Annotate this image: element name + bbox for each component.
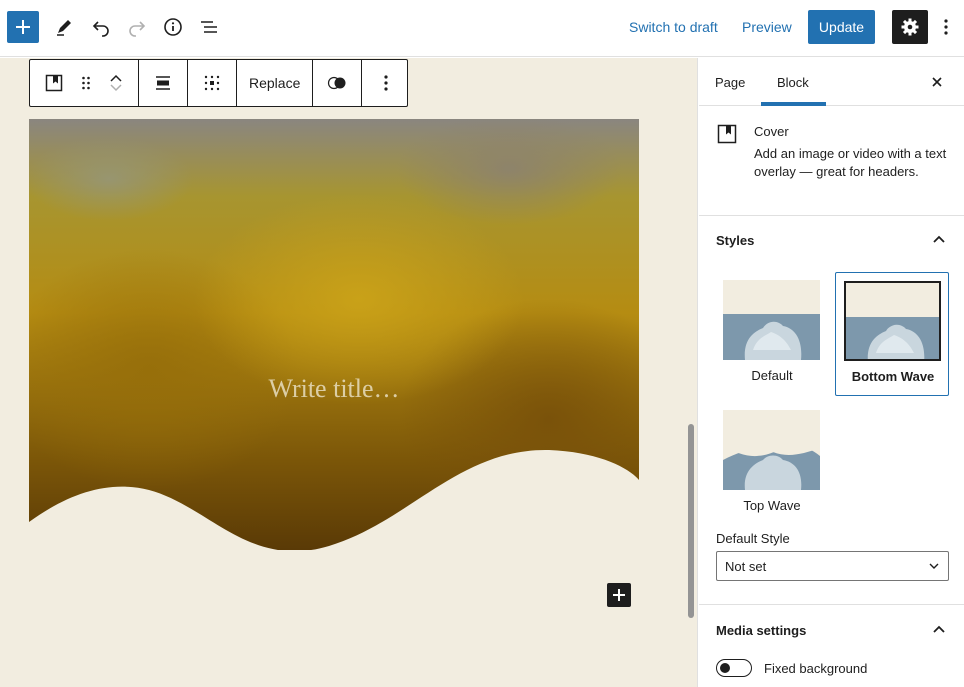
gear-icon: [901, 18, 919, 36]
options-menu-button[interactable]: [932, 11, 960, 43]
more-vertical-icon: [944, 19, 948, 35]
sidebar-tabs: Page Block: [699, 58, 964, 106]
tab-page[interactable]: Page: [699, 58, 761, 106]
more-vertical-icon: [384, 75, 388, 91]
block-toolbar-group-options: [362, 60, 410, 106]
cover-title-placeholder[interactable]: Write title…: [29, 374, 639, 404]
styles-panel-toggle[interactable]: Styles: [699, 216, 964, 264]
default-style-label: Default Style: [716, 531, 790, 546]
block-toolbar-group-position: [188, 60, 237, 106]
style-preview-image: [723, 410, 820, 490]
chevron-down-icon: [929, 563, 939, 569]
editor-header: Switch to draft Preview Update: [0, 0, 964, 57]
redo-button[interactable]: [121, 11, 153, 43]
drag-handle[interactable]: [78, 60, 94, 106]
preview-button[interactable]: Preview: [738, 11, 796, 43]
align-wide-icon: [156, 76, 170, 90]
undo-button[interactable]: [85, 11, 117, 43]
undo-icon: [92, 21, 109, 37]
tab-block[interactable]: Block: [761, 58, 825, 106]
close-sidebar-button[interactable]: [925, 70, 949, 94]
plus-icon: [16, 20, 30, 34]
chevron-up-icon: [933, 235, 945, 243]
bottom-wave-shape: [29, 449, 639, 588]
default-style-select[interactable]: Not set: [716, 551, 949, 581]
styles-panel-title: Styles: [716, 232, 755, 248]
style-preview-bottom-wave: [844, 281, 941, 361]
toggle-knob: [720, 663, 730, 673]
add-block-inserter-button[interactable]: [607, 583, 631, 607]
tools-button[interactable]: [48, 11, 80, 43]
style-option-top-wave[interactable]: Top Wave: [715, 402, 829, 526]
fixed-background-toggle[interactable]: [716, 659, 752, 677]
block-toolbar-group-replace: Replace: [237, 60, 314, 106]
position-grid-icon: [204, 75, 220, 91]
block-card: Cover Add an image or video with a text …: [699, 106, 964, 216]
style-option-label: Default: [751, 368, 793, 383]
style-preview-default: [723, 280, 820, 360]
block-type-button[interactable]: [30, 60, 78, 106]
chevron-up-icon: [933, 625, 945, 633]
add-block-button[interactable]: [7, 11, 39, 43]
update-button[interactable]: Update: [808, 10, 875, 44]
style-preview-image: [846, 283, 939, 359]
info-icon: [164, 18, 182, 36]
cover-icon: [717, 124, 737, 144]
align-button[interactable]: [139, 60, 187, 106]
style-preview-image: [723, 280, 820, 360]
cover-icon: [45, 74, 63, 92]
block-mover[interactable]: [94, 60, 138, 106]
panel-divider: [699, 604, 964, 605]
duotone-icon: [328, 76, 346, 90]
style-option-bottom-wave[interactable]: Bottom Wave: [835, 272, 949, 396]
close-icon: [932, 77, 942, 87]
block-toolbar-group-duotone: [313, 60, 363, 106]
block-card-description: Add an image or video with a text overla…: [754, 146, 947, 179]
style-option-label: Top Wave: [743, 498, 801, 513]
fixed-background-label: Fixed background: [764, 661, 868, 676]
block-card-title: Cover: [754, 124, 789, 139]
list-view-icon: [201, 21, 217, 33]
redo-icon: [129, 21, 146, 37]
duotone-filter-button[interactable]: [313, 60, 361, 106]
settings-sidebar: Page Block Cover Add an image or video w…: [699, 58, 964, 687]
media-settings-panel-title: Media settings: [716, 622, 807, 638]
style-option-label: Bottom Wave: [851, 369, 935, 384]
style-preview-top-wave: [723, 410, 820, 490]
block-toolbar: Replace: [29, 59, 408, 107]
pencil-icon: [57, 20, 71, 36]
media-settings-panel-toggle[interactable]: Media settings: [699, 606, 964, 654]
editor-canvas[interactable]: Write title…: [0, 58, 684, 687]
plus-icon: [613, 589, 625, 601]
settings-button[interactable]: [892, 10, 928, 44]
details-button[interactable]: [157, 11, 189, 43]
switch-to-draft-button[interactable]: Switch to draft: [625, 11, 722, 43]
style-option-default[interactable]: Default: [715, 272, 829, 396]
content-position-button[interactable]: [188, 60, 236, 106]
list-view-button[interactable]: [193, 11, 225, 43]
chevron-down-icon[interactable]: [109, 83, 123, 93]
block-toolbar-group-align: [139, 60, 188, 106]
canvas-scrollbar-thumb[interactable]: [688, 424, 694, 618]
block-options-button[interactable]: [362, 60, 410, 106]
chevron-up-icon[interactable]: [109, 73, 123, 83]
default-style-value: Not set: [725, 558, 767, 574]
replace-button[interactable]: Replace: [237, 60, 312, 106]
drag-icon: [82, 76, 90, 90]
block-toolbar-group-mover: [30, 60, 139, 106]
